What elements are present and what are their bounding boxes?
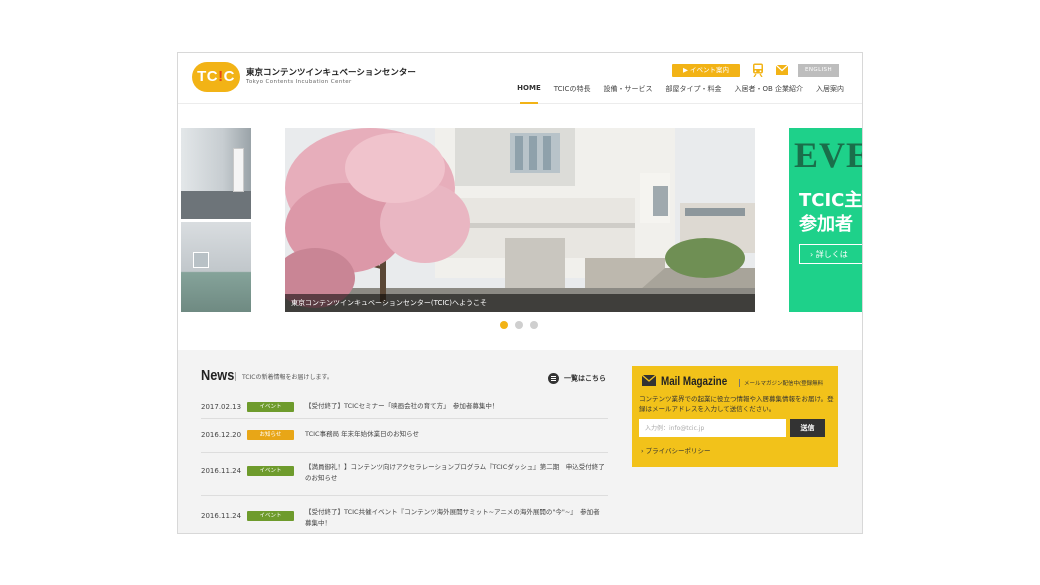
logo-name-jp: 東京コンテンツインキュベーションセンター [246,68,416,78]
news-item[interactable]: 2016.12.20 お知らせ TCIC事務局 年末年始休業日のお知らせ [201,419,608,453]
news-category-badge: イベント [247,511,294,521]
mail-magazine-title: Mail Magazine [661,374,728,388]
news-text[interactable]: 【受付終了】TCIC共催イベント『コンテンツ海外展開サミット~アニメの海外展開の… [305,507,605,529]
news-title: News [201,367,235,384]
english-button[interactable]: ENGLISH [798,64,839,77]
next-slide[interactable]: EVE TCIC主 参加者 › 詳しくは [789,128,862,312]
news-date: 2016.12.20 [201,431,242,439]
content-section: News TCICの新着情報をお届けします。 一覧はこちら 2017.02.13… [178,350,862,533]
news-date: 2016.11.24 [201,512,242,520]
event-button[interactable]: ▶ イベント案内 [672,64,740,77]
slider-dot-3[interactable] [530,321,538,329]
slider-dot-1[interactable] [500,321,508,329]
list-icon [548,373,559,384]
news-date: 2017.02.13 [201,403,242,411]
slider-dot-2[interactable] [515,321,523,329]
news-list: 2017.02.13 イベント 【受付終了】TCICセミナー「映画会社の育て方」… [201,395,608,533]
building-photo [285,128,755,312]
nav-item-home[interactable]: HOME [517,84,541,104]
nav-item-rooms[interactable]: 部屋タイプ・料金 [665,84,721,94]
mail-magazine-subtitle: メールマガジン配信中(登録無料 [739,379,823,387]
news-subtitle: TCICの新着情報をお届けします。 [235,372,333,381]
news-item[interactable]: 2016.11.24 イベント 【満員御礼！】コンテンツ向けアクセラレーションプ… [201,453,608,496]
news-category-badge: お知らせ [247,430,294,440]
nav-item-facilities[interactable]: 設備・サービス [603,84,652,94]
news-category-badge: イベント [247,466,294,476]
nav-item-guide[interactable]: 入居案内 [816,84,844,94]
next-slide-line1: TCIC主 [799,190,862,211]
logo[interactable]: TC!C [192,62,240,92]
browser-page: TC!C 東京コンテンツインキュベーションセンター Tokyo Contents… [178,53,862,533]
meeting-room-image [181,222,251,312]
logo-name-en: Tokyo Contents Incubation Center [246,79,352,85]
news-text[interactable]: 【受付終了】TCICセミナー「映画会社の育て方」 参加者募集中！ [305,401,605,412]
nav-item-features[interactable]: TCICの特長 [554,84,591,94]
nav-item-tenants[interactable]: 入居者・OB 企業紹介 [734,84,803,94]
news-text[interactable]: 【満員御礼！】コンテンツ向けアクセラレーションプログラム『TCICダッシュ』第二… [305,462,605,484]
slide-caption: 東京コンテンツインキュベーションセンター(TCIC)へようこそ [285,294,755,312]
news-all-link[interactable]: 一覧はこちら [548,373,606,384]
next-slide-details-button[interactable]: › 詳しくは [799,244,862,264]
office-room-image [181,128,251,219]
prev-slide[interactable] [181,128,251,312]
global-nav: HOME TCICの特長 設備・サービス 部屋タイプ・料金 入居者・OB 企業紹… [517,84,844,104]
slider-dots [500,321,538,329]
send-button[interactable]: 送信 [790,419,825,437]
news-all-link-label: 一覧はこちら [564,374,606,383]
next-slide-line2: 参加者 [799,214,853,235]
email-field[interactable] [639,419,786,437]
privacy-policy-link[interactable]: › プライバシーポリシー [641,445,711,455]
mail-magazine-description: コンテンツ業界での起業に役立つ情報や入居募集情報をお届け。登録はメールアドレスを… [639,395,834,413]
site-header: TC!C 東京コンテンツインキュベーションセンター Tokyo Contents… [178,53,862,104]
mail-icon[interactable] [776,65,788,75]
main-slide[interactable]: 東京コンテンツインキュベーションセンター(TCIC)へようこそ [285,128,755,312]
news-date: 2016.11.24 [201,467,242,475]
train-icon[interactable] [752,63,764,77]
envelope-icon [642,375,656,386]
news-item[interactable]: 2017.02.13 イベント 【受付終了】TCICセミナー「映画会社の育て方」… [201,395,608,419]
news-item[interactable]: 2016.11.24 イベント 【受付終了】TCIC共催イベント『コンテンツ海外… [201,496,608,533]
news-text[interactable]: TCIC事務局 年末年始休業日のお知らせ [305,429,605,440]
next-slide-title: EVE [794,135,862,175]
news-category-badge: イベント [247,402,294,412]
mail-magazine-box: Mail Magazine メールマガジン配信中(登録無料 コンテンツ業界での起… [632,366,838,467]
